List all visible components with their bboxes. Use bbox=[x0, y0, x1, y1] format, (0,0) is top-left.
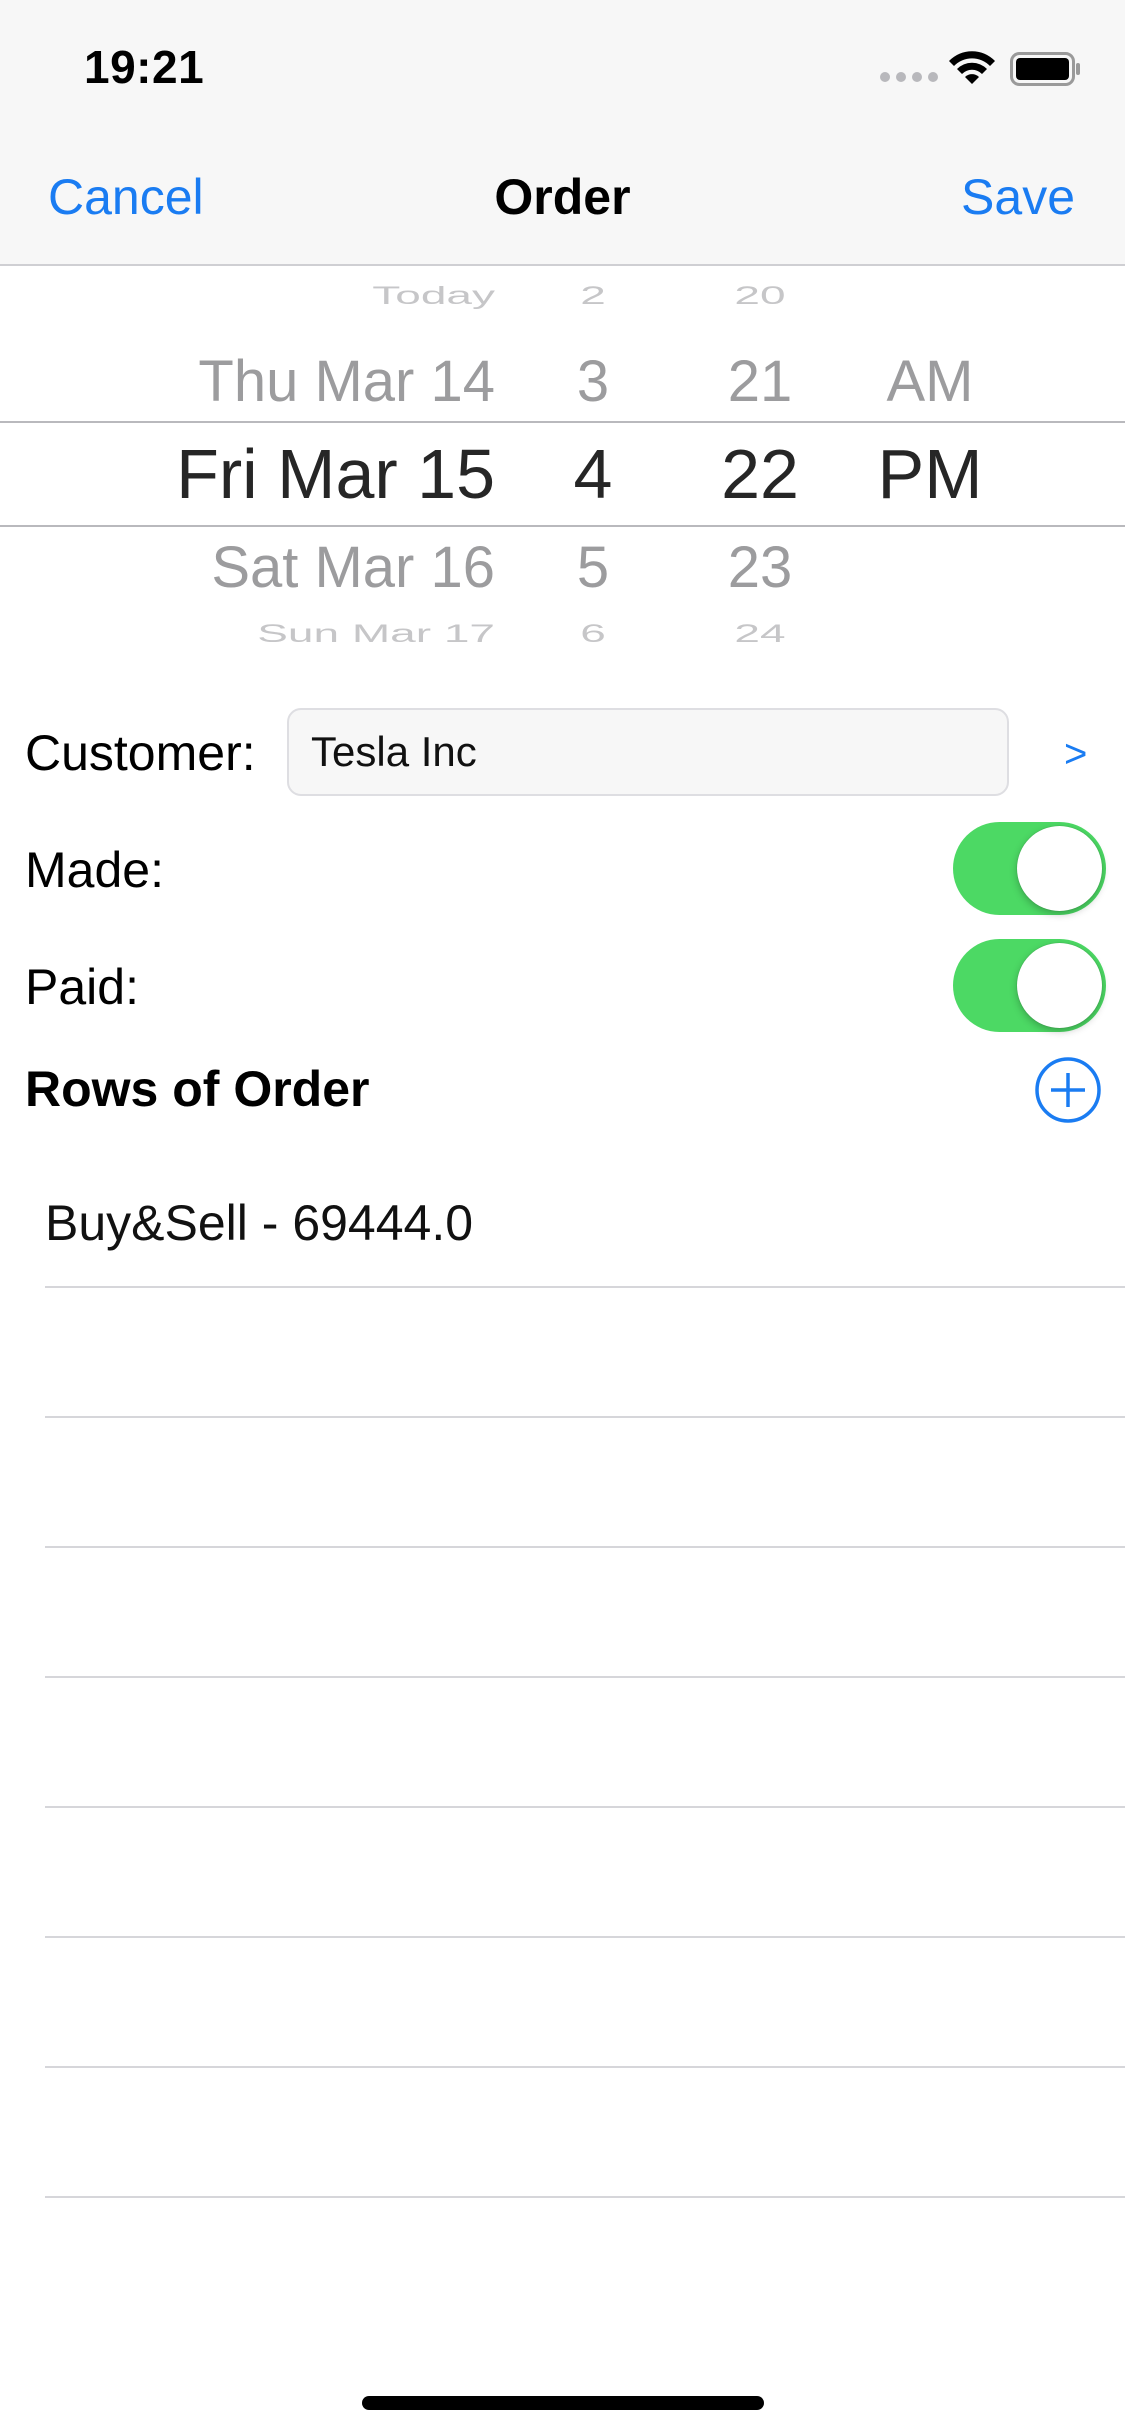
table-row[interactable] bbox=[45, 2068, 1125, 2198]
picker-minute-option[interactable]: 23 bbox=[700, 534, 820, 601]
row-label: Buy&Sell - 69444.0 bbox=[45, 1195, 474, 1251]
home-indicator[interactable] bbox=[362, 2396, 764, 2410]
picker-date-option[interactable]: Sat Mar 16 bbox=[120, 534, 495, 601]
picker-minute-column[interactable]: 20 21 22 23 24 bbox=[700, 266, 820, 646]
table-row[interactable]: Buy&Sell - 69444.0 bbox=[45, 1158, 1125, 1288]
save-button[interactable]: Save bbox=[961, 168, 1075, 226]
paid-toggle[interactable] bbox=[953, 939, 1106, 1032]
picker-minute-option[interactable]: 21 bbox=[700, 348, 820, 415]
picker-ampm-column[interactable]: AM PM bbox=[870, 266, 990, 646]
picker-minute-option[interactable]: 24 bbox=[700, 618, 820, 646]
wifi-icon bbox=[949, 51, 995, 84]
picker-date-option[interactable]: Today bbox=[120, 280, 495, 310]
toggle-knob bbox=[1017, 826, 1102, 911]
add-row-plus-icon[interactable] bbox=[1034, 1056, 1102, 1124]
table-row[interactable] bbox=[45, 1678, 1125, 1808]
picker-hour-option[interactable]: 3 bbox=[548, 348, 638, 415]
rows-section-title: Rows of Order bbox=[25, 1061, 370, 1117]
status-time: 19:21 bbox=[84, 41, 205, 93]
toggle-knob bbox=[1017, 943, 1102, 1028]
picker-date-option[interactable]: Sun Mar 17 bbox=[120, 618, 495, 646]
picker-hour-option[interactable]: 5 bbox=[548, 534, 638, 601]
table-row[interactable] bbox=[45, 1548, 1125, 1678]
picker-hour-selected[interactable]: 4 bbox=[548, 434, 638, 514]
customer-label: Customer: bbox=[25, 725, 256, 781]
table-row[interactable] bbox=[45, 1938, 1125, 2068]
order-rows-table: Buy&Sell - 69444.0 bbox=[0, 1158, 1125, 2198]
picker-ampm-selected[interactable]: PM bbox=[870, 434, 990, 514]
picker-hour-option[interactable]: 2 bbox=[548, 280, 638, 310]
picker-ampm-option[interactable]: AM bbox=[870, 348, 990, 415]
battery-icon bbox=[1010, 52, 1080, 86]
paid-label: Paid: bbox=[25, 959, 139, 1015]
picker-hour-column[interactable]: 2 3 4 5 6 bbox=[548, 266, 638, 646]
picker-date-selected[interactable]: Fri Mar 15 bbox=[120, 434, 495, 514]
table-row[interactable] bbox=[45, 1418, 1125, 1548]
customer-field[interactable]: Tesla Inc bbox=[287, 708, 1009, 796]
table-row[interactable] bbox=[45, 1288, 1125, 1418]
table-row[interactable] bbox=[45, 1808, 1125, 1938]
picker-minute-selected[interactable]: 22 bbox=[700, 434, 820, 514]
customer-chevron-button[interactable]: > bbox=[1064, 732, 1087, 777]
signal-dots-icon bbox=[880, 72, 938, 82]
picker-minute-option[interactable]: 20 bbox=[700, 280, 820, 310]
made-toggle[interactable] bbox=[953, 822, 1106, 915]
date-time-picker[interactable]: Today Thu Mar 14 Fri Mar 15 Sat Mar 16 S… bbox=[0, 266, 1125, 646]
made-label: Made: bbox=[25, 842, 164, 898]
navigation-bar: 19:21 Cancel Order Save bbox=[0, 0, 1125, 266]
page-title: Order bbox=[494, 169, 631, 225]
picker-date-option[interactable]: Thu Mar 14 bbox=[120, 348, 495, 415]
picker-hour-option[interactable]: 6 bbox=[548, 618, 638, 646]
picker-date-column[interactable]: Today Thu Mar 14 Fri Mar 15 Sat Mar 16 S… bbox=[120, 266, 495, 646]
